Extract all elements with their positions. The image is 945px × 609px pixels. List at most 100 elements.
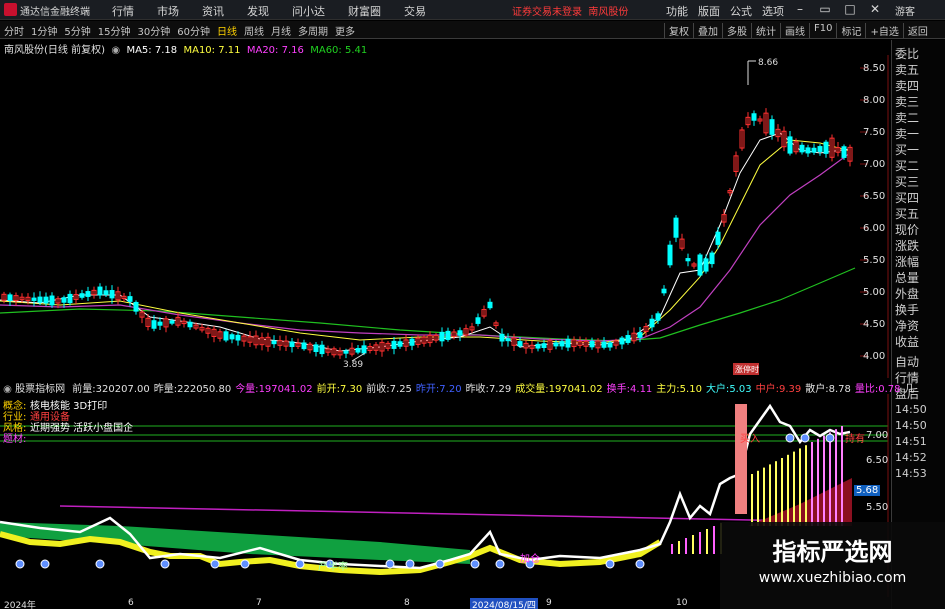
signal-marker <box>385 559 395 569</box>
date-tick: 8 <box>404 598 410 608</box>
date-tick: 10 <box>676 598 688 608</box>
info-concept-label: 概念: <box>3 399 26 412</box>
menu-market[interactable]: 市场 <box>157 3 179 19</box>
signal-marker <box>605 559 615 569</box>
date-tick: 7 <box>256 598 262 608</box>
tab-weekly[interactable]: 周线 <box>244 23 264 38</box>
period-toolbar: 分时 1分钟 5分钟 15分钟 30分钟 60分钟 日线 周线 月线 多周期 更… <box>0 21 945 39</box>
date-cursor: 2024/08/15/四 <box>470 598 538 609</box>
signal-marker <box>495 559 505 569</box>
alert-label: 加仓 <box>520 552 540 565</box>
right-menu: 功能 版面 公式 选项 <box>666 3 784 19</box>
panel-row: 买三 <box>895 175 920 189</box>
guest-label[interactable]: 游客 <box>895 3 915 18</box>
price-tick: 4.50 <box>863 319 886 330</box>
info-industry-value: 通用设备 <box>30 410 70 423</box>
signal-marker <box>160 559 170 569</box>
tab-multi-period[interactable]: 多周期 <box>298 23 328 38</box>
menu-discover[interactable]: 发现 <box>247 3 269 19</box>
panel-row[interactable]: 委比 <box>892 46 945 62</box>
ma10-line <box>0 139 851 344</box>
close-icon[interactable]: ✕ <box>868 3 882 16</box>
price-tick: 8.00 <box>863 95 886 106</box>
hold-label: 持有 <box>845 432 865 445</box>
signal-marker <box>240 559 250 569</box>
red-block <box>735 404 747 514</box>
tab-more[interactable]: 更多 <box>335 23 355 38</box>
minimize-icon[interactable]: – <box>793 3 807 16</box>
menu-trade[interactable]: 交易 <box>404 3 426 19</box>
tab-5min[interactable]: 5分钟 <box>64 23 90 38</box>
panel-row: 买二 <box>895 159 920 173</box>
panel-row: 现价 <box>895 223 920 237</box>
info-theme-label: 题材: <box>3 432 26 445</box>
signal-marker <box>405 559 415 569</box>
menu-function[interactable]: 功能 <box>666 3 688 19</box>
tab-60min[interactable]: 60分钟 <box>177 23 210 38</box>
candlestick-chart[interactable]: 8.66 3.89 涨停时 <box>0 55 890 378</box>
panel-row: 涨幅 <box>895 255 920 269</box>
maximize-icon[interactable]: □ <box>843 3 857 16</box>
tool-back[interactable]: 返回 <box>902 23 932 38</box>
tab-30min[interactable]: 30分钟 <box>137 23 170 38</box>
buy-label: 买入 <box>740 433 760 445</box>
low-label: 3.89 <box>343 360 363 370</box>
indicator-tick: 6.50 <box>866 455 889 466</box>
app-logo-icon <box>4 3 17 16</box>
tool-multi-stock[interactable]: 多股 <box>722 23 751 38</box>
notice-stock: 南风股份 <box>588 7 629 18</box>
tab-1min[interactable]: 1分钟 <box>31 23 57 38</box>
menu-news[interactable]: 资讯 <box>202 3 224 19</box>
panel-time: 14:53 <box>895 467 927 480</box>
title-bar: 通达信金融终端 行情 市场 资讯 发现 问小达 财富圈 交易 证券交易未登录 南… <box>0 0 945 20</box>
panel-row: 卖三 <box>895 95 920 109</box>
tool-adjust[interactable]: 复权 <box>664 23 693 38</box>
date-tick: 6 <box>128 598 134 608</box>
panel-time: 14:51 <box>895 435 927 448</box>
tool-add-watch[interactable]: +自选 <box>865 23 902 38</box>
tool-f10[interactable]: F10 <box>809 23 836 38</box>
info-industry-label: 行业: <box>3 410 26 423</box>
indicator-item: 几 <box>904 384 915 395</box>
panel-row: 买一 <box>895 143 920 157</box>
menu-ask[interactable]: 问小达 <box>292 3 325 19</box>
info-style-label: 风格: <box>3 421 26 434</box>
tool-mark[interactable]: 标记 <box>836 23 865 38</box>
ma60-line <box>0 267 856 342</box>
trade-notice[interactable]: 证券交易未登录 南风股份 <box>512 3 628 18</box>
tab-daily[interactable]: 日线 <box>217 23 237 38</box>
price-tick: 7.00 <box>863 159 886 170</box>
tab-intraday[interactable]: 分时 <box>4 23 24 38</box>
panel-time: 14:52 <box>895 451 927 464</box>
signal-marker <box>95 559 105 569</box>
restore-icon[interactable]: ▭ <box>818 3 832 16</box>
info-concept-value: 核电核能 3D打印 <box>30 399 107 412</box>
indicator-tick: 5.50 <box>866 502 889 513</box>
indicator-tick: 7.00 <box>866 430 889 441</box>
price-tick: 5.50 <box>863 255 886 266</box>
indicator-current-tag: 5.68 <box>854 485 881 496</box>
period-tabs: 分时 1分钟 5分钟 15分钟 30分钟 60分钟 日线 周线 月线 多周期 更… <box>4 23 355 38</box>
price-tick: 4.00 <box>863 351 886 362</box>
tool-overlay[interactable]: 叠加 <box>693 23 722 38</box>
menu-quotes[interactable]: 行情 <box>112 3 134 19</box>
panel-row: 外盘 <box>895 287 920 301</box>
panel-row[interactable]: 自动 <box>892 354 945 370</box>
panel-time: 14:50 <box>895 419 927 432</box>
tab-15min[interactable]: 15分钟 <box>98 23 131 38</box>
tool-stats[interactable]: 统计 <box>751 23 780 38</box>
menu-layout[interactable]: 版面 <box>698 3 720 19</box>
tool-draw[interactable]: 画线 <box>780 23 809 38</box>
menu-formula[interactable]: 公式 <box>730 3 752 19</box>
tab-monthly[interactable]: 月线 <box>271 23 291 38</box>
price-tick: 6.50 <box>863 191 886 202</box>
panel-time: 14:50 <box>895 403 927 416</box>
panel-row: 换手 <box>895 303 920 317</box>
menu-options[interactable]: 选项 <box>762 3 784 19</box>
signal-marker <box>15 559 25 569</box>
price-axis: 8.50 8.00 7.50 7.00 6.50 6.00 5.50 5.00 … <box>863 63 891 373</box>
panel-row: 卖四 <box>895 79 920 93</box>
price-tick: 7.50 <box>863 127 886 138</box>
menu-wealth[interactable]: 财富圈 <box>348 3 381 19</box>
indicator-axis: 7.00 6.50 5.68 5.50 <box>854 430 891 520</box>
